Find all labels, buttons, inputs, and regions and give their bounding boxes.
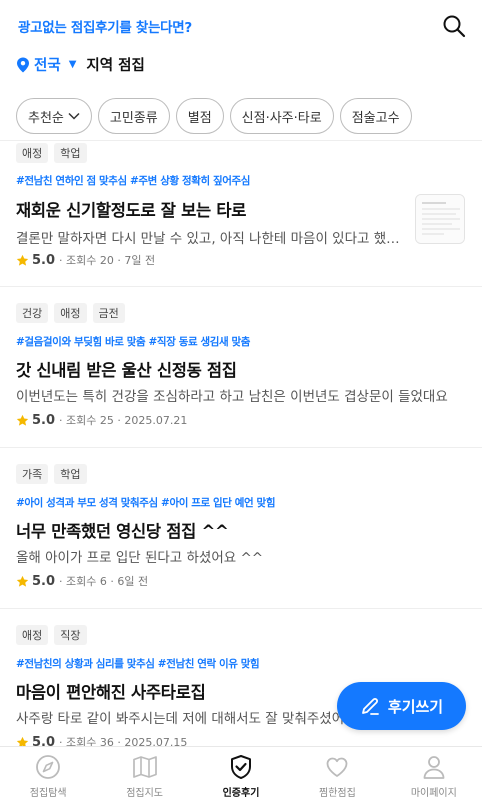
promo-banner-text[interactable]: 광고없는 점집후기를 찾는다면? bbox=[18, 16, 192, 36]
category-tag: 학업 bbox=[54, 143, 87, 163]
review-card[interactable]: 가족 학업 #아이 성격과 부모 성격 맞춰주심 #아이 프로 입단 예언 맞힘… bbox=[0, 448, 482, 609]
rating-value: 5.0 bbox=[32, 252, 56, 268]
star-icon bbox=[16, 254, 29, 266]
tab-explore[interactable]: 점집탐색 bbox=[0, 747, 96, 802]
category-tag: 가족 bbox=[16, 464, 49, 484]
tab-map[interactable]: 점집지도 bbox=[96, 747, 192, 802]
category-tag: 건강 bbox=[16, 303, 49, 323]
location-pin-icon bbox=[17, 57, 29, 72]
write-review-label: 후기쓰기 bbox=[387, 697, 444, 716]
heart-icon bbox=[327, 757, 348, 777]
review-hashtags: #전남친 연하인 점 맞추심 #주변 상황 정확히 짚어주심 bbox=[16, 175, 251, 187]
bottom-tab-bar: 점집탐색 점집지도 인증후기 찜한점집 마이페이지 bbox=[0, 746, 482, 802]
filter-label: 별점 bbox=[187, 110, 212, 126]
person-icon bbox=[423, 756, 445, 779]
review-hashtags: #아이 성격과 부모 성격 맞춰주심 #아이 프로 입단 예언 맞힘 bbox=[16, 497, 276, 509]
filter-label: 점술고수 bbox=[351, 110, 400, 126]
filter-type-chip[interactable]: 신점·사주·타로 bbox=[229, 98, 334, 134]
review-hashtags: #전남친의 상황과 심리를 맞추심 #전남친 연락 이유 맞힘 bbox=[16, 658, 260, 670]
section-title: 지역 점집 bbox=[86, 58, 145, 74]
tab-favorites[interactable]: 찜한점집 bbox=[289, 747, 385, 802]
star-icon bbox=[16, 575, 29, 587]
review-title: 너무 만족했던 영신당 점집 ^^ bbox=[16, 522, 229, 541]
category-tag: 학업 bbox=[54, 464, 87, 484]
review-meta: · 조회수 25 · 2025.07.21 bbox=[59, 414, 188, 427]
filter-label: 신점·사주·타로 bbox=[241, 110, 322, 126]
search-icon[interactable] bbox=[442, 14, 466, 38]
chevron-down-icon bbox=[68, 112, 80, 120]
tab-label: 마이페이지 bbox=[410, 788, 457, 799]
filter-label: 고민종류 bbox=[109, 110, 158, 126]
filter-expert-chip[interactable]: 점술고수 bbox=[339, 98, 412, 134]
filter-concern-chip[interactable]: 고민종류 bbox=[97, 98, 170, 134]
tab-label: 인증후기 bbox=[222, 788, 260, 799]
review-meta: · 조회수 6 · 6일 전 bbox=[59, 575, 149, 588]
write-review-button[interactable]: 후기쓰기 bbox=[337, 682, 466, 730]
tab-label: 점집탐색 bbox=[29, 788, 67, 799]
review-description: 올해 아이가 프로 입단 된다고 하셨어요 ^^ bbox=[16, 550, 264, 566]
category-tag: 금전 bbox=[92, 303, 125, 323]
tab-verified-reviews[interactable]: 인증후기 bbox=[193, 747, 289, 802]
review-thumbnail bbox=[415, 194, 465, 244]
tab-label: 점집지도 bbox=[126, 788, 164, 799]
review-card[interactable]: 애정 학업 #전남친 연하인 점 맞추심 #주변 상황 정확히 짚어주심 재회운… bbox=[0, 141, 482, 287]
rating-value: 5.0 bbox=[32, 573, 56, 589]
star-icon bbox=[16, 736, 29, 746]
review-hashtags: #걸음걸이와 부딪힘 바로 맞춤 #직장 동료 생김새 맞춤 bbox=[16, 336, 251, 348]
tab-label: 찜한점집 bbox=[319, 788, 356, 799]
review-meta: · 조회수 20 · 7일 전 bbox=[59, 254, 156, 267]
review-title: 갓 신내림 받은 울산 신정동 점집 bbox=[16, 361, 237, 380]
review-card[interactable]: 건강 애정 금전 #걸음걸이와 부딪힘 바로 맞춤 #직장 동료 생김새 맞춤 … bbox=[0, 287, 482, 448]
compass-icon bbox=[36, 755, 61, 779]
category-tag: 애정 bbox=[54, 303, 87, 323]
category-tag: 직장 bbox=[54, 625, 87, 645]
tab-mypage[interactable]: 마이페이지 bbox=[386, 747, 482, 802]
filter-rating-chip[interactable]: 별점 bbox=[175, 98, 224, 134]
review-description: 이번년도는 특히 건강을 조심하라고 하고 남친은 이번년도 겹상문이 들었대요 bbox=[16, 389, 448, 405]
location-selector[interactable]: 전국 ▼ 지역 점집 bbox=[16, 54, 145, 75]
map-icon bbox=[132, 756, 157, 778]
review-list[interactable]: 애정 학업 #전남친 연하인 점 맞추심 #주변 상황 정확히 짚어주심 재회운… bbox=[0, 141, 482, 746]
category-tag: 애정 bbox=[16, 625, 49, 645]
filter-bar: 추천순 고민종류 별점 신점·사주·타로 점술고수 bbox=[0, 98, 482, 136]
filter-sort-chip[interactable]: 추천순 bbox=[16, 98, 92, 134]
rating-value: 5.0 bbox=[32, 734, 56, 747]
caret-down-icon[interactable]: ▼ bbox=[69, 59, 77, 70]
review-meta: · 조회수 36 · 2025.07.15 bbox=[59, 736, 188, 746]
review-title: 마음이 편안해진 사주타로집 bbox=[16, 683, 206, 702]
shield-check-icon bbox=[231, 755, 252, 779]
review-title: 재회운 신기할정도로 잘 보는 타로 bbox=[16, 201, 247, 220]
rating-value: 5.0 bbox=[32, 412, 56, 428]
location-name[interactable]: 전국 bbox=[34, 54, 61, 75]
star-icon bbox=[16, 414, 29, 426]
app-header: 광고없는 점집후기를 찾는다면? 전국 ▼ 지역 점집 bbox=[0, 0, 482, 92]
category-tag: 애정 bbox=[16, 143, 49, 163]
filter-label: 추천순 bbox=[28, 110, 64, 126]
pencil-icon bbox=[361, 698, 379, 715]
review-description: 결론만 말하자면 다시 만날 수 있고, 아직 나한테 마음이 있다고 했어요 bbox=[16, 231, 408, 247]
